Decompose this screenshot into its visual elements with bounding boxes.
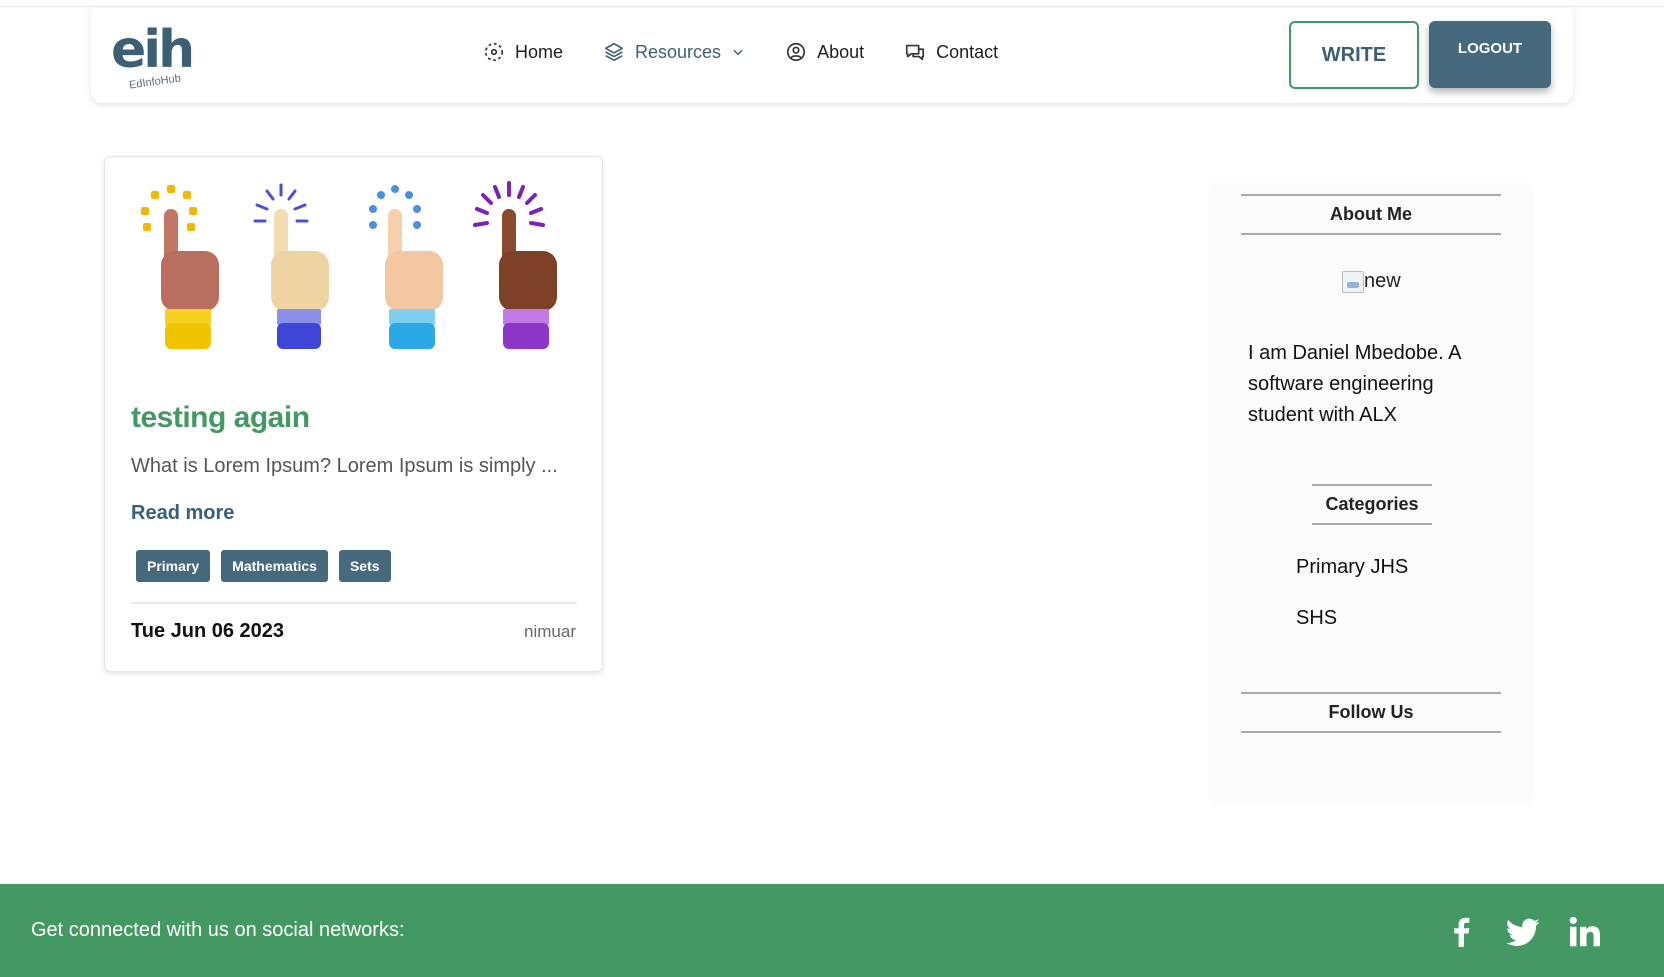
nav-about[interactable]: About — [785, 41, 864, 63]
footer: Get connected with us on social networks… — [0, 884, 1664, 977]
category-shs[interactable]: SHS — [1296, 607, 1337, 629]
profile-image: new — [1342, 270, 1401, 293]
category-primary[interactable]: Primary — [1296, 556, 1365, 578]
top-border — [0, 0, 1664, 7]
post-author: nimuar — [524, 622, 576, 641]
pointing-hand-icon — [253, 183, 329, 349]
sidebar: About Me new I am Daniel Mbedobe. A soft… — [1208, 182, 1534, 804]
chevron-down-icon — [733, 49, 743, 56]
nav-home[interactable]: Home — [483, 41, 563, 63]
nav-resources-label: Resources — [635, 41, 722, 62]
twitter-icon[interactable] — [1505, 914, 1541, 950]
tag-sets[interactable]: Sets — [338, 550, 391, 582]
layers-icon — [604, 42, 624, 62]
category-jhs[interactable]: JHS — [1370, 556, 1408, 578]
pointing-hand-icon — [369, 185, 443, 349]
post-excerpt: What is Lorem Ipsum? Lorem Ipsum is simp… — [131, 455, 558, 477]
facebook-icon[interactable] — [1443, 914, 1479, 950]
nav-home-label: Home — [515, 41, 564, 62]
about-me-heading: About Me — [1241, 194, 1501, 235]
broken-image-icon — [1342, 271, 1364, 293]
pointing-hand-icon — [473, 181, 557, 349]
follow-us-heading: Follow Us — [1241, 692, 1501, 733]
profile-image-alt: new — [1364, 270, 1401, 292]
about-text: I am Daniel Mbedobe. A software engineer… — [1248, 342, 1461, 426]
footer-text: Get connected with us on social networks… — [31, 919, 405, 941]
nav-contact[interactable]: Contact — [904, 41, 998, 63]
navbar: eih EdInfoHub Home Resources About Conta… — [91, 8, 1573, 103]
post-title[interactable]: testing again — [131, 401, 310, 435]
nav-contact-label: Contact — [936, 41, 999, 62]
user-circle-icon — [786, 42, 806, 62]
write-button[interactable]: WRITE — [1289, 21, 1419, 89]
post-date: Tue Jun 06 2023 — [131, 620, 285, 642]
tag-primary[interactable]: Primary — [136, 550, 211, 582]
card-divider — [131, 602, 577, 604]
logo-text: eih — [111, 20, 195, 80]
post-card: testing again What is Lorem Ipsum? Lorem… — [104, 156, 603, 672]
logo[interactable]: eih EdInfoHub — [111, 20, 201, 92]
categories-heading: Categories — [1312, 484, 1432, 525]
category-list: Primary JHS SHS — [1296, 556, 1408, 658]
main-nav: Home Resources About Contact — [483, 41, 1038, 63]
linkedin-icon[interactable] — [1567, 914, 1603, 950]
chat-icon — [906, 44, 925, 61]
read-more-link[interactable]: Read more — [131, 502, 234, 525]
nav-resources[interactable]: Resources — [603, 41, 745, 63]
post-image — [141, 181, 557, 349]
home-icon — [484, 42, 504, 62]
pointing-hand-icon — [141, 185, 219, 349]
post-tags: Primary Mathematics Sets — [136, 550, 402, 582]
nav-about-label: About — [817, 41, 865, 62]
tag-mathematics[interactable]: Mathematics — [221, 550, 328, 582]
logout-button[interactable]: LOGOUT — [1429, 21, 1551, 88]
